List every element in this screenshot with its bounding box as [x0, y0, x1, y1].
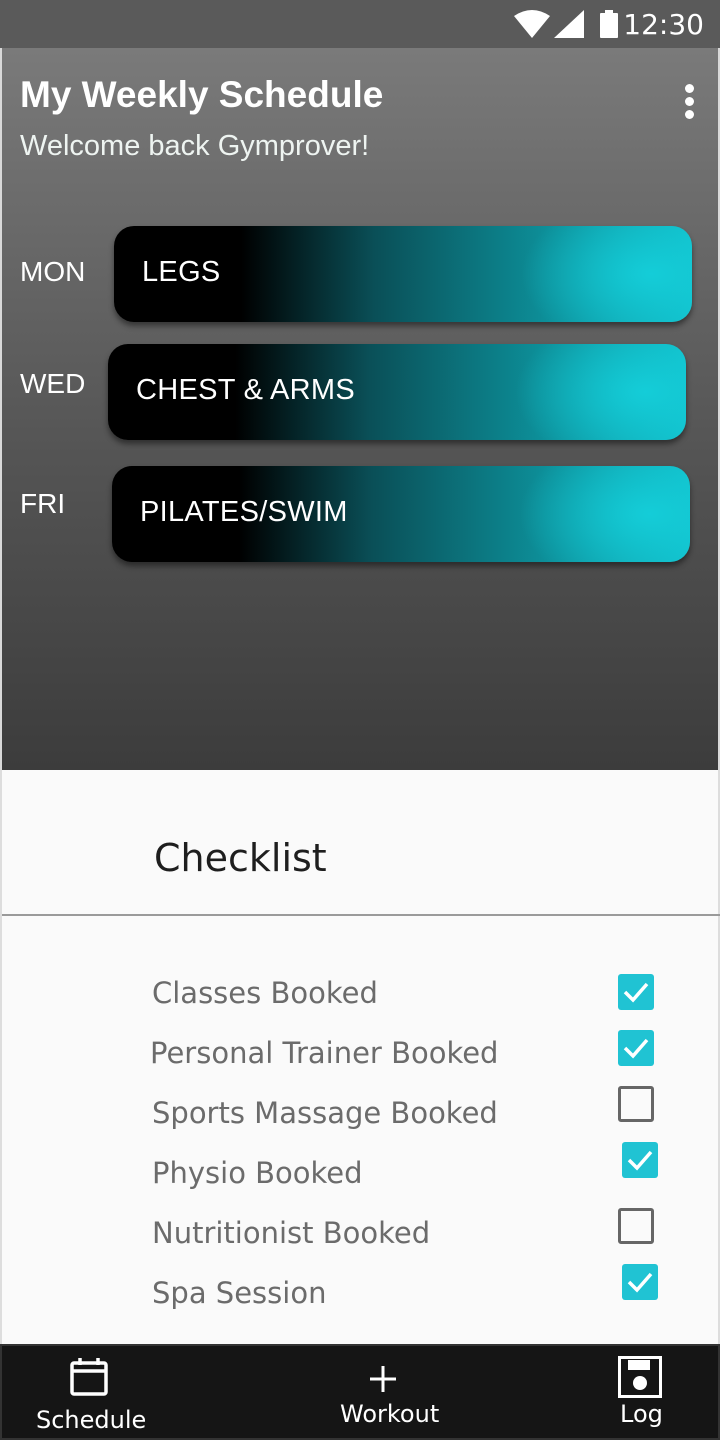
checklist-item-label: Nutritionist Booked	[152, 1216, 431, 1250]
nav-schedule[interactable]: Schedule	[2, 1346, 172, 1440]
page-title: My Weekly Schedule	[20, 74, 384, 115]
day-label-fri: FRI	[20, 488, 66, 519]
checklist-panel: Checklist Classes Booked Personal Traine…	[0, 770, 720, 1344]
workout-label: LEGS	[142, 256, 221, 288]
nav-label-workout: Workout	[340, 1400, 440, 1428]
checkbox-classes-booked[interactable]	[618, 974, 654, 1010]
check-icon	[623, 1038, 649, 1059]
status-time: 12:30	[623, 8, 704, 41]
checklist-title: Checklist	[154, 836, 327, 880]
checklist-item-label: Spa Session	[152, 1276, 327, 1310]
save-icon	[618, 1356, 662, 1403]
divider	[2, 914, 720, 916]
check-icon	[623, 982, 649, 1003]
checkbox-physio-booked[interactable]	[622, 1142, 658, 1178]
calendar-icon	[70, 1358, 108, 1401]
workout-card-fri[interactable]: PILATES/SWIM	[112, 466, 690, 562]
day-label-mon: MON	[20, 256, 86, 287]
day-label-wed: WED	[20, 368, 86, 399]
workout-card-wed[interactable]: CHEST & ARMS	[108, 344, 686, 440]
nav-label-log: Log	[620, 1400, 663, 1428]
signal-icon	[554, 10, 584, 43]
more-vertical-icon[interactable]	[678, 84, 702, 119]
checkbox-nutritionist-booked[interactable]	[618, 1208, 654, 1244]
workout-label: CHEST & ARMS	[136, 374, 356, 406]
checklist-item-label: Sports Massage Booked	[152, 1096, 498, 1130]
nav-log[interactable]: Log	[582, 1346, 720, 1440]
checkbox-sports-massage-booked[interactable]	[618, 1086, 654, 1122]
checklist-item-label: Physio Booked	[152, 1156, 363, 1190]
checkbox-personal-trainer-booked[interactable]	[618, 1030, 654, 1066]
check-icon	[627, 1150, 653, 1171]
check-icon	[627, 1272, 653, 1293]
checklist-item-label: Personal Trainer Booked	[150, 1036, 499, 1070]
nav-workout[interactable]: Workout	[302, 1346, 472, 1440]
nav-label-schedule: Schedule	[36, 1406, 147, 1434]
schedule-header: My Weekly Schedule Welcome back Gymprove…	[0, 48, 720, 770]
workout-label: PILATES/SWIM	[140, 496, 348, 528]
workout-card-mon[interactable]: LEGS	[114, 226, 692, 322]
wifi-icon	[514, 10, 550, 43]
plus-icon	[370, 1366, 396, 1397]
welcome-subtitle: Welcome back Gymprover!	[20, 130, 370, 162]
status-bar: 12:30	[0, 0, 720, 48]
bottom-nav: Schedule Workout Log	[0, 1344, 720, 1440]
checkbox-spa-session[interactable]	[622, 1264, 658, 1300]
checklist-item-label: Classes Booked	[152, 976, 378, 1010]
battery-icon	[600, 10, 618, 43]
